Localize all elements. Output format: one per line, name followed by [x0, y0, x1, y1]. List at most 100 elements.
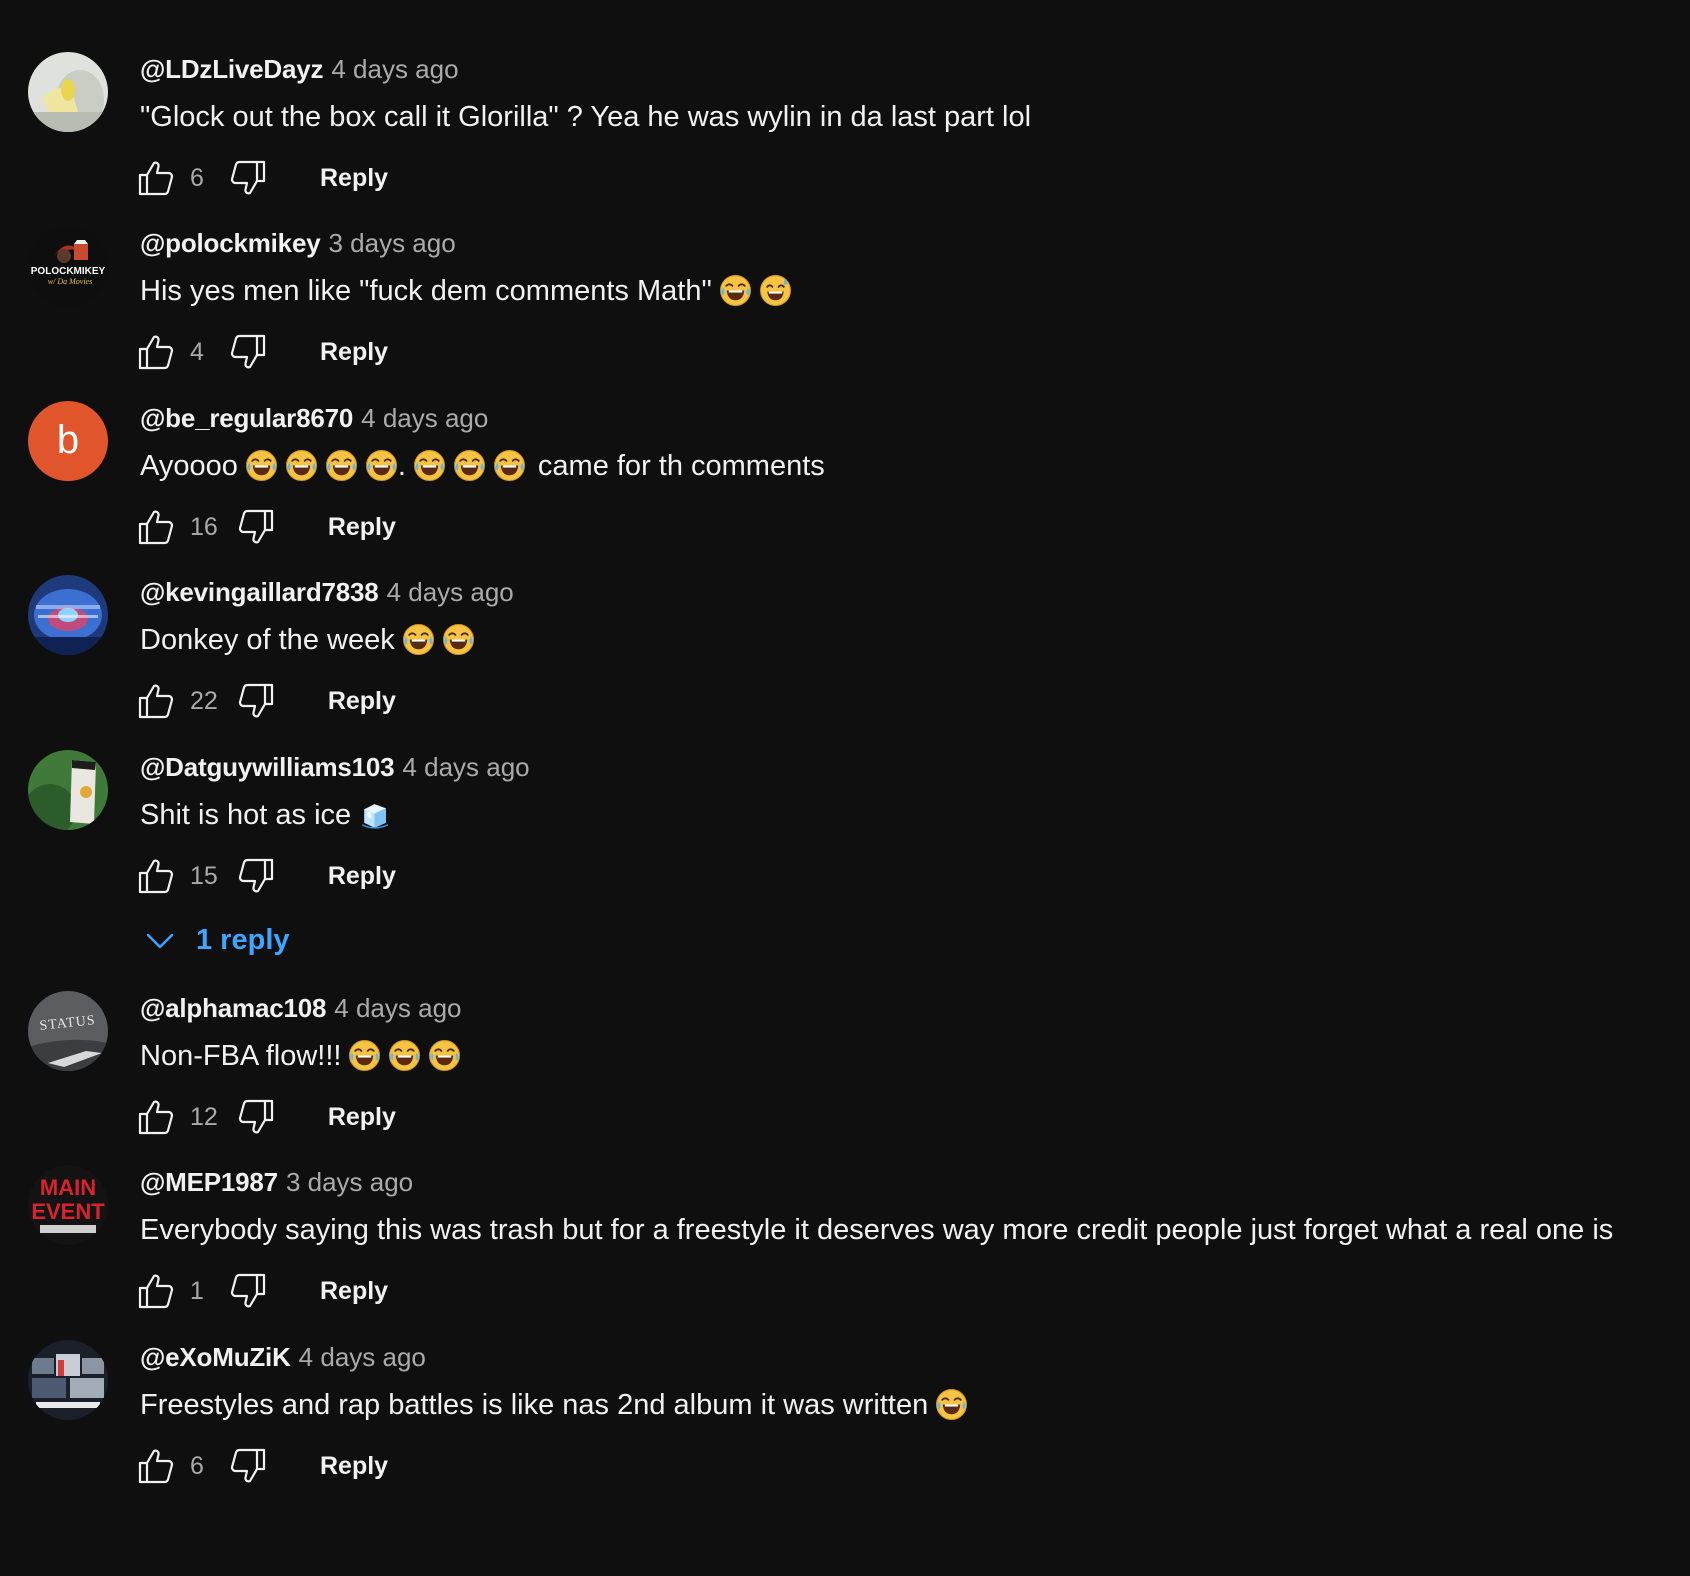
- avatar[interactable]: [28, 52, 108, 132]
- avatar-logo-subtext: w/ Da Movies: [48, 277, 92, 286]
- comment-thread: POLOCKMIKEY w/ Da Movies @polockmikey 3 day…: [0, 174, 1690, 348]
- comment-author[interactable]: @MEP1987: [140, 1167, 278, 1197]
- comment-timestamp[interactable]: 4 days ago: [387, 577, 514, 607]
- comment-text: Ayoooo. came for th comments: [140, 449, 825, 483]
- comment-thread: @eXoMuZiK 4 days ago Freestyles and rap ba…: [0, 1288, 1690, 1462]
- comment-text-body: Everybody saying this was trash but for …: [140, 1214, 1614, 1246]
- comment-header: @MEP1987 3 days ago: [140, 1167, 413, 1197]
- tears-of-joy-emoji-icon: [453, 449, 486, 482]
- logo-avatar-blue: [28, 575, 108, 655]
- comment-action-bar: 6 Reply: [136, 1446, 388, 1486]
- comment-header: @eXoMuZiK 4 days ago: [140, 1342, 426, 1372]
- tears-of-joy-emoji-icon: [285, 449, 318, 482]
- comment-author[interactable]: @LDzLiveDayz: [140, 54, 324, 84]
- comment-text: His yes men like "fuck dem comments Math…: [140, 274, 792, 308]
- avatar[interactable]: MAIN EVENT: [28, 1165, 108, 1245]
- tears-of-joy-emoji-icon: [325, 449, 358, 482]
- comment-thread: @Datguywilliams103 4 days ago Shit is hot …: [0, 698, 1690, 956]
- like-count: 6: [190, 1451, 204, 1480]
- comment-text-part: came for th comments: [537, 450, 825, 482]
- like-button[interactable]: [136, 856, 176, 896]
- comment-author[interactable]: @be_regular8670: [140, 403, 353, 433]
- comment-text-body: Donkey of the week: [140, 624, 395, 656]
- avatar[interactable]: STATUS: [28, 991, 108, 1071]
- comment-thread: STATUS @alphamac108 4 days ago Non-FBA flow…: [0, 939, 1690, 1113]
- comment-text-body: Non-FBA flow!!!: [140, 1040, 342, 1072]
- thumbs-down-icon[interactable]: [228, 1446, 268, 1486]
- comment-header: @kevingaillard7838 4 days ago: [140, 577, 514, 607]
- comment-header: @alphamac108 4 days ago: [140, 993, 462, 1023]
- comment-text-body: Shit is hot as ice: [140, 799, 352, 831]
- comment-timestamp[interactable]: 4 days ago: [331, 54, 458, 84]
- photo-avatar-green: [28, 750, 108, 830]
- comment-timestamp[interactable]: 4 days ago: [299, 1342, 426, 1372]
- comment-text: Everybody saying this was trash but for …: [140, 1213, 1613, 1247]
- comment-header: @be_regular8670 4 days ago: [140, 403, 488, 433]
- comment-thread: @LDzLiveDayz 4 days ago "Glock out the box…: [0, 0, 1690, 174]
- comment-text: Non-FBA flow!!!: [140, 1039, 461, 1073]
- reply-button[interactable]: Reply: [320, 1452, 388, 1481]
- reply-button[interactable]: Reply: [328, 862, 396, 891]
- comments-section: @LDzLiveDayz 4 days ago "Glock out the box…: [0, 0, 1690, 1576]
- tears-of-joy-emoji-icon: [428, 1039, 461, 1072]
- tears-of-joy-emoji-icon: [245, 449, 278, 482]
- comment-author[interactable]: @kevingaillard7838: [140, 577, 379, 607]
- thumbs-down-icon[interactable]: [236, 856, 276, 896]
- comment-author[interactable]: @alphamac108: [140, 993, 326, 1023]
- comment-author[interactable]: @eXoMuZiK: [140, 1342, 291, 1372]
- comment-text: Freestyles and rap battles is like nas 2…: [140, 1388, 968, 1422]
- comment-timestamp[interactable]: 4 days ago: [402, 752, 529, 782]
- comment-text-part: Ayoooo: [140, 450, 238, 482]
- comment-text: Shit is hot as ice: [140, 798, 391, 832]
- tears-of-joy-emoji-icon: [388, 1039, 421, 1072]
- logo-avatar-polockmikey: POLOCKMIKEYw/ Da Movies: [28, 226, 108, 306]
- letter-avatar: b: [28, 401, 108, 481]
- avatar-logo-text: POLOCKMIKEY: [31, 266, 106, 277]
- like-count: 15: [190, 861, 218, 890]
- comment-thread: b @be_regular8670 4 days ago Ayoooo. came fo…: [0, 349, 1690, 523]
- comment-header: @LDzLiveDayz 4 days ago: [140, 54, 459, 84]
- avatar-letter: b: [57, 418, 79, 462]
- tears-of-joy-emoji-icon: [935, 1388, 968, 1421]
- dislike-button[interactable]: [236, 856, 276, 896]
- tears-of-joy-emoji-icon: [402, 623, 435, 656]
- comment-text: Donkey of the week: [140, 623, 475, 657]
- comment-author[interactable]: @polockmikey: [140, 228, 321, 258]
- comment-action-bar: 15 Reply: [136, 856, 396, 896]
- comment-text: "Glock out the box call it Glorilla" ? Y…: [140, 100, 1031, 134]
- avatar[interactable]: [28, 750, 108, 830]
- tears-of-joy-emoji-icon: [442, 623, 475, 656]
- logo-avatar-status: STATUS: [28, 991, 108, 1071]
- tears-of-joy-emoji-icon: [365, 449, 398, 482]
- grinning-sweat-emoji-icon: [759, 274, 792, 307]
- like-button[interactable]: [136, 1446, 176, 1486]
- photo-avatar-collage: [28, 1340, 108, 1420]
- comment-timestamp[interactable]: 3 days ago: [286, 1167, 413, 1197]
- comment-header: @Datguywilliams103 4 days ago: [140, 752, 530, 782]
- dislike-button[interactable]: [228, 1446, 268, 1486]
- tears-of-joy-emoji-icon: [719, 274, 752, 307]
- comment-author[interactable]: @Datguywilliams103: [140, 752, 395, 782]
- comment-timestamp[interactable]: 4 days ago: [361, 403, 488, 433]
- avatar-logo-subtext: EVENT: [31, 1199, 105, 1224]
- thumbs-up-icon[interactable]: [136, 1446, 176, 1486]
- comment-text-body: Freestyles and rap battles is like nas 2…: [140, 1389, 929, 1421]
- comment-thread: MAIN EVENT @MEP1987 3 days ago Everybody say…: [0, 1113, 1690, 1287]
- tears-of-joy-emoji-icon: [493, 449, 526, 482]
- tears-of-joy-emoji-icon: [348, 1039, 381, 1072]
- comment-text-part: .: [397, 450, 406, 482]
- ice-cube-emoji-icon: [358, 798, 391, 831]
- logo-avatar-main-event: MAINEVENT: [28, 1165, 108, 1245]
- avatar[interactable]: b: [28, 401, 108, 481]
- avatar[interactable]: [28, 1340, 108, 1420]
- avatar[interactable]: POLOCKMIKEY w/ Da Movies: [28, 226, 108, 306]
- avatar[interactable]: [28, 575, 108, 655]
- comment-timestamp[interactable]: 3 days ago: [328, 228, 455, 258]
- tears-of-joy-emoji-icon: [413, 449, 446, 482]
- comment-text-body: "Glock out the box call it Glorilla" ? Y…: [140, 101, 1032, 133]
- comment-text-body: His yes men like "fuck dem comments Math…: [140, 275, 712, 307]
- avatar-logo-text: MAIN: [40, 1175, 96, 1200]
- thumbs-up-icon[interactable]: [136, 856, 176, 896]
- comment-timestamp[interactable]: 4 days ago: [334, 993, 461, 1023]
- comment-header: @polockmikey 3 days ago: [140, 228, 456, 258]
